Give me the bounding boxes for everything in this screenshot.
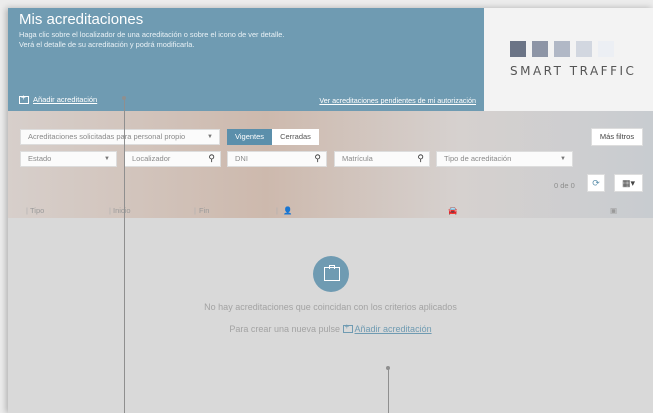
- checkbox-icon[interactable]: ▣: [610, 206, 617, 215]
- tipo-placeholder: Tipo de acreditación: [444, 154, 512, 163]
- matricula-placeholder: Matrícula: [342, 154, 373, 163]
- refresh-icon: ⟳: [592, 178, 600, 188]
- estado-select[interactable]: Estado ▼: [20, 151, 117, 167]
- empty-state-icon: [313, 256, 349, 292]
- dni-input[interactable]: DNI ⚲: [227, 151, 327, 167]
- column-separator: |: [109, 206, 111, 215]
- logo-square: [554, 41, 570, 57]
- column-inicio[interactable]: Inicio: [113, 206, 131, 215]
- filter-bar: Acreditaciones solicitadas para personal…: [8, 111, 653, 218]
- chevron-down-icon: ▼: [104, 156, 110, 162]
- logo-text: SMART TRAFFIC: [510, 64, 637, 78]
- results-area: No hay acreditaciones que coincidan con …: [8, 218, 653, 413]
- scope-select-value: Acreditaciones solicitadas para personal…: [28, 132, 186, 141]
- subtitle-line-2: Verá el detalle de su acreditación y pod…: [19, 39, 195, 49]
- app-frame: Mis acreditaciones Haga clic sobre el lo…: [8, 8, 653, 413]
- search-icon: ⚲: [417, 153, 424, 163]
- add-accreditation-link[interactable]: Añadir acreditación: [19, 93, 98, 104]
- column-tipo[interactable]: Tipo: [30, 206, 44, 215]
- dni-placeholder: DNI: [235, 154, 248, 163]
- localizador-placeholder: Localizador: [132, 154, 171, 163]
- estado-placeholder: Estado: [28, 154, 52, 163]
- pointer-line: [388, 368, 389, 413]
- refresh-button[interactable]: ⟳: [587, 174, 605, 192]
- chevron-down-icon: ▼: [560, 156, 566, 162]
- pointer-dot: [386, 366, 390, 370]
- tipo-select[interactable]: Tipo de acreditación ▼: [436, 151, 573, 167]
- search-icon: ⚲: [314, 153, 321, 163]
- columns-menu-button[interactable]: ▦▾: [614, 174, 643, 192]
- logo-panel: SMART TRAFFIC: [484, 8, 653, 111]
- empty-add-accreditation-link[interactable]: Añadir acreditación: [355, 324, 432, 334]
- column-separator: |: [194, 206, 196, 215]
- status-segmented-control: Vigentes Cerradas: [227, 129, 319, 145]
- pointer-dot: [122, 96, 126, 100]
- add-accreditation-label: Añadir acreditación: [33, 95, 98, 104]
- column-separator: |: [26, 206, 28, 215]
- page-subtitle: Haga clic sobre el localizador de una ac…: [19, 30, 459, 49]
- add-box-icon: [342, 322, 353, 333]
- person-icon[interactable]: 👤: [283, 206, 292, 215]
- add-box-icon: [19, 93, 29, 104]
- logo-squares: [510, 41, 614, 57]
- logo-square: [576, 41, 592, 57]
- column-separator: |: [276, 206, 278, 215]
- empty-hint: Para crear una nueva pulse Añadir acredi…: [8, 322, 653, 334]
- logo-square: [532, 41, 548, 57]
- logo-square: [510, 41, 526, 57]
- empty-hint-prefix: Para crear una nueva pulse: [229, 324, 340, 334]
- subtitle-line-1: Haga clic sobre el localizador de una ac…: [19, 30, 285, 39]
- matricula-input[interactable]: Matrícula ⚲: [334, 151, 430, 167]
- page-header: Mis acreditaciones Haga clic sobre el lo…: [8, 8, 484, 111]
- table-header: | Tipo | Inicio | Fin | 👤 🚘 ▣: [8, 203, 653, 218]
- search-icon: ⚲: [208, 153, 215, 163]
- results-count: 0 de 0: [554, 181, 575, 190]
- tab-cerradas[interactable]: Cerradas: [272, 129, 319, 145]
- pointer-line: [124, 98, 125, 413]
- tab-vigentes[interactable]: Vigentes: [227, 129, 273, 145]
- page-title: Mis acreditaciones: [19, 11, 144, 28]
- logo-square: [598, 41, 614, 57]
- scope-select[interactable]: Acreditaciones solicitadas para personal…: [20, 129, 220, 145]
- pending-authorization-link[interactable]: Ver acreditaciones pendientes de mi auto…: [319, 96, 476, 105]
- column-fin[interactable]: Fin: [199, 206, 209, 215]
- grid-icon: ▦▾: [621, 178, 636, 188]
- chevron-down-icon: ▼: [207, 134, 213, 140]
- vehicle-icon[interactable]: 🚘: [448, 206, 457, 215]
- more-filters-button[interactable]: Más filtros: [591, 128, 643, 146]
- empty-message: No hay acreditaciones que coincidan con …: [204, 302, 457, 312]
- localizador-input[interactable]: Localizador ⚲: [124, 151, 221, 167]
